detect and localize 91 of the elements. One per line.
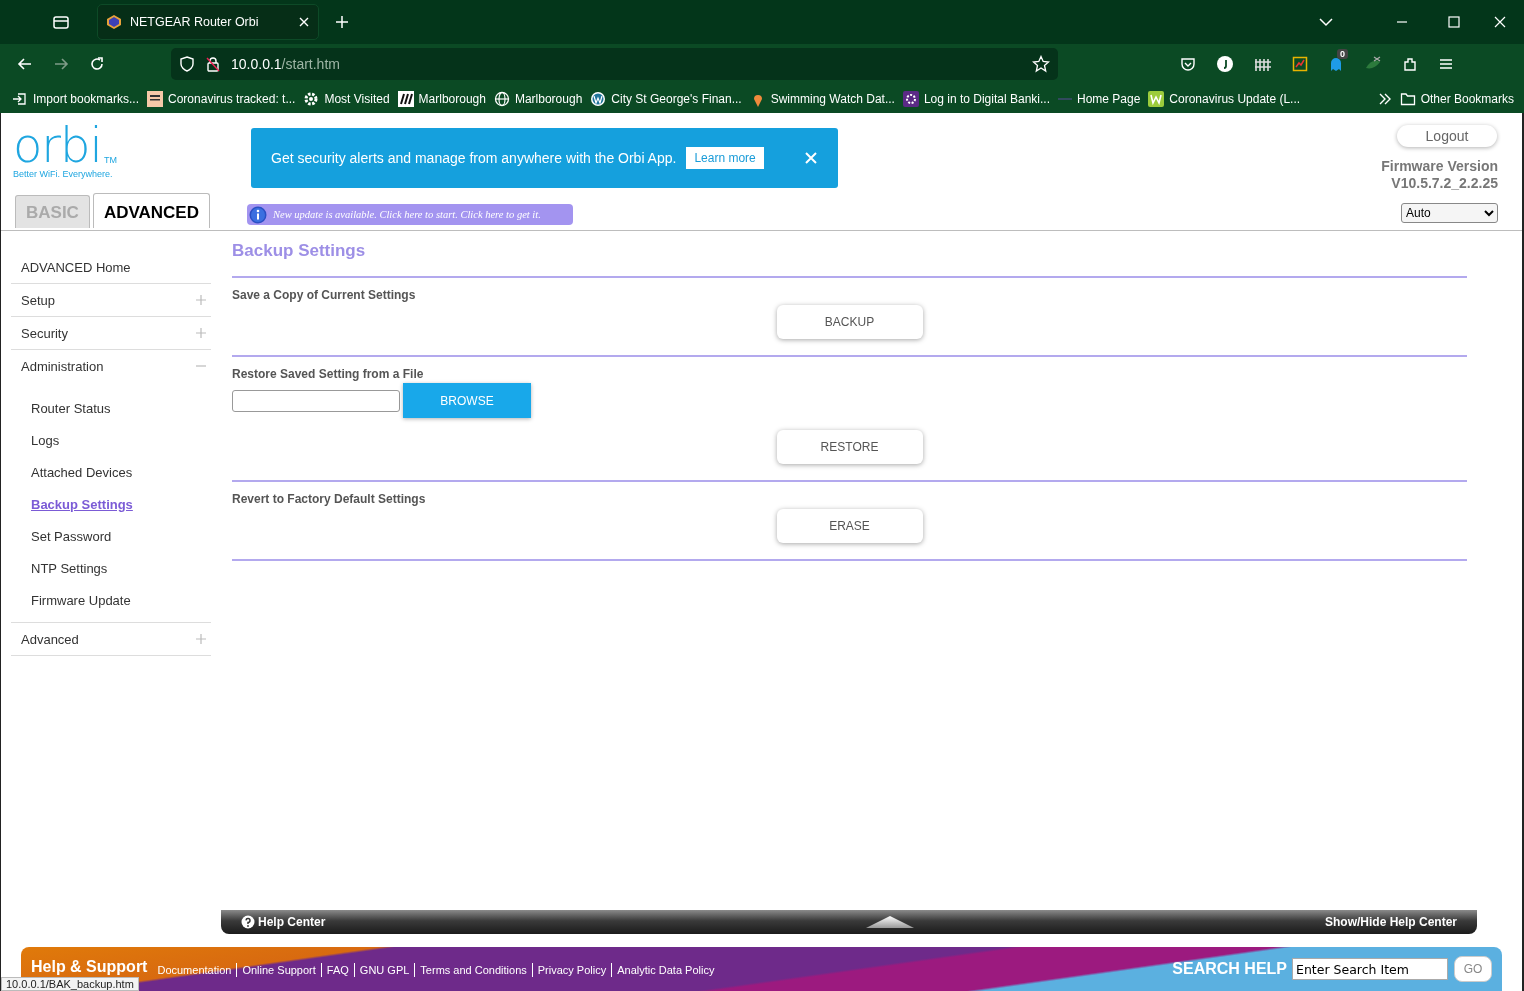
new-tab-icon[interactable] <box>334 14 350 30</box>
flower-icon <box>902 90 919 107</box>
footer-link[interactable]: GNU GPL <box>359 964 410 976</box>
help-center-link[interactable]: Help Center <box>241 915 326 929</box>
nav-subitem[interactable]: Attached Devices <box>31 464 133 480</box>
bookmark[interactable]: Swimming Watch Dat... <box>749 90 895 107</box>
search-help-label: SEARCH HELP <box>1172 960 1287 978</box>
section-label: Save a Copy of Current Settings <box>232 288 417 302</box>
nav-item[interactable]: Setup <box>21 292 55 308</box>
restore-button[interactable]: RESTORE <box>776 430 923 464</box>
nav-item[interactable]: Security <box>21 325 68 341</box>
logo-text: orbi <box>13 125 102 165</box>
info-icon <box>249 205 267 224</box>
gear-icon <box>303 90 320 107</box>
nav-subitem[interactable]: Backup Settings <box>31 496 133 512</box>
section-label: Revert to Factory Default Settings <box>232 492 427 506</box>
firmware-version: V10.5.7.2_2.2.25 <box>1390 175 1498 192</box>
action-button[interactable]: ERASE <box>776 509 923 543</box>
expand-arrow-icon[interactable] <box>865 915 916 929</box>
url-text: 10.0.0.1/start.htm <box>231 56 340 72</box>
banner-text: Get security alerts and manage from anywhere with the Orbi App. <box>271 150 677 166</box>
go-button[interactable]: GO <box>1454 956 1492 982</box>
w-circle-icon <box>590 90 607 107</box>
tab-list-icon[interactable] <box>52 14 70 30</box>
close-icon[interactable] <box>1492 14 1508 30</box>
import-icon <box>12 90 28 107</box>
line-icon <box>1058 97 1072 100</box>
nav-subitem[interactable]: Firmware Update <box>31 592 131 608</box>
nav-subitem[interactable]: NTP Settings <box>31 560 108 576</box>
newspaper-icon <box>147 90 164 107</box>
logout-button[interactable]: Logout <box>1397 125 1497 147</box>
nav-subitem[interactable]: Set Password <box>31 528 112 544</box>
globe-icon <box>493 90 510 107</box>
letter-square-icon <box>1148 90 1165 107</box>
status-url: 10.0.0.1/BAK_backup.htm <box>1 977 139 991</box>
pocket-icon[interactable] <box>1180 56 1196 72</box>
account-icon[interactable] <box>1216 55 1234 73</box>
nav-item[interactable]: Advanced <box>21 631 79 647</box>
maximize-icon[interactable] <box>1446 14 1462 30</box>
tab-title: NETGEAR Router Orbi <box>130 15 260 29</box>
menu-icon[interactable] <box>1438 56 1454 72</box>
fence-icon[interactable] <box>1254 56 1272 72</box>
bookmark[interactable]: Most Visited <box>303 90 390 107</box>
firmware-label: Firmware Version <box>1381 158 1498 175</box>
star-icon[interactable] <box>1032 55 1050 73</box>
bookmark[interactable]: Log in to Digital Banki... <box>902 90 1050 107</box>
forward-icon[interactable] <box>53 56 69 72</box>
chevrons-icon[interactable] <box>1377 91 1392 106</box>
bookmark[interactable]: Marlborough <box>493 90 583 107</box>
nav-subitem[interactable]: Router Status <box>31 400 111 416</box>
bookmark[interactable]: Other Bookmarks <box>1399 90 1514 107</box>
site-icon <box>106 14 122 30</box>
action-button[interactable]: BACKUP <box>776 305 923 339</box>
shield-icon <box>179 56 195 72</box>
footer-link[interactable]: Terms and Conditions <box>420 964 527 976</box>
page-title: Backup Settings <box>232 241 1467 278</box>
footer-link[interactable]: Analytic Data Policy <box>617 964 715 976</box>
search-field[interactable]: Enter Search Item <box>1292 958 1448 980</box>
ghost-icon[interactable] <box>1328 56 1344 72</box>
nav-subitem[interactable]: Logs <box>31 432 60 448</box>
mode-tab[interactable]: ADVANCED <box>92 193 210 228</box>
footer-heading: Help & Support <box>31 958 148 976</box>
footer-link[interactable]: Privacy Policy <box>537 964 607 976</box>
bookmark[interactable]: Coronavirus tracked: t... <box>147 90 296 107</box>
address-bar[interactable]: 10.0.0.1/start.htm <box>171 48 1058 80</box>
trademark: TM <box>103 155 117 165</box>
footer-link[interactable]: Online Support <box>242 964 316 976</box>
bookmark[interactable]: Marlborough <box>397 90 486 107</box>
section-label: Restore Saved Setting from a File <box>232 367 425 381</box>
stripes-icon <box>397 90 414 107</box>
bookmark[interactable]: Coronavirus Update (L... <box>1148 90 1301 107</box>
chart-icon[interactable] <box>1292 56 1308 72</box>
nav-item[interactable]: Administration <box>21 358 104 374</box>
bookmark[interactable]: City St George's Finan... <box>590 90 742 107</box>
badge-count: 0 <box>1337 49 1348 59</box>
reload-icon[interactable] <box>89 56 105 72</box>
bookmark[interactable]: Home Page <box>1058 91 1141 106</box>
nav-item[interactable]: ADVANCED Home <box>21 259 131 275</box>
back-icon[interactable] <box>17 56 33 72</box>
browser-tab[interactable]: NETGEAR Router Orbi <box>97 4 319 40</box>
puzzle-icon[interactable] <box>1402 56 1418 72</box>
close-icon[interactable] <box>298 16 310 28</box>
bookmark[interactable]: Import bookmarks... <box>12 90 140 107</box>
footer-link[interactable]: FAQ <box>326 964 349 976</box>
tagline: Better WiFi. Everywhere. <box>13 169 114 179</box>
help-icon <box>241 915 255 929</box>
language-select[interactable]: Auto <box>1401 203 1498 223</box>
file-path-field[interactable] <box>232 389 400 412</box>
show-hide-help-link[interactable]: Show/Hide Help Center <box>1324 915 1457 929</box>
lock-icon <box>205 56 221 72</box>
folder-icon <box>1399 90 1416 107</box>
